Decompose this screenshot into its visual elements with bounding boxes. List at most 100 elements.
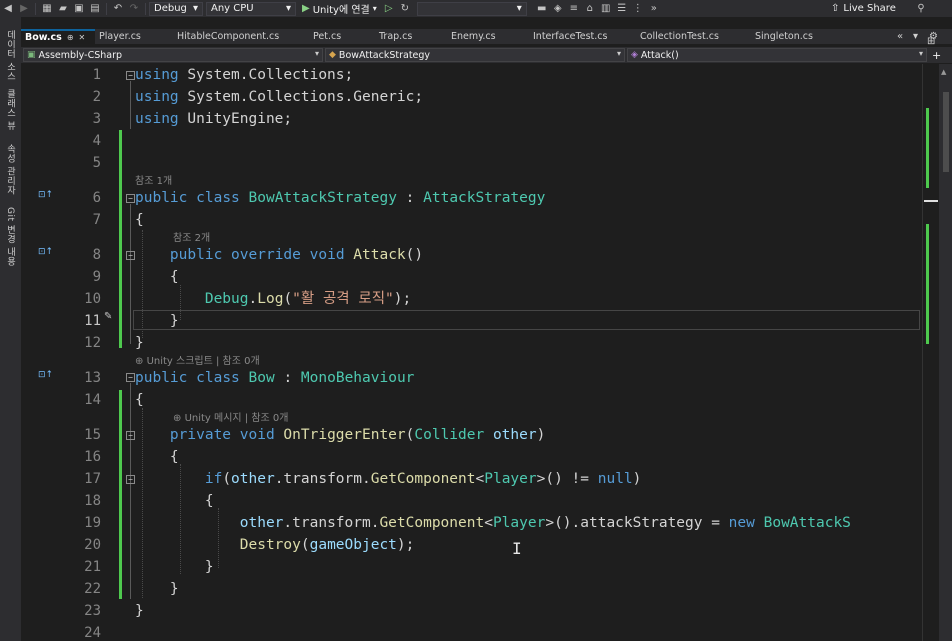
collapse-icon[interactable]: −	[126, 71, 135, 80]
code-line[interactable]: {	[135, 490, 214, 512]
code-line[interactable]: }	[135, 578, 179, 600]
code-line[interactable]: using System.Collections;	[135, 64, 353, 86]
tab-hitable-component[interactable]: HitableComponent.cs	[173, 29, 309, 44]
code-line[interactable]: using UnityEngine;	[135, 108, 292, 130]
implementation-marker-icon[interactable]: ⊡↑	[38, 247, 53, 257]
side-tab-git-changes[interactable]: Git 변경 내용	[4, 207, 17, 266]
side-tab-property-manager[interactable]: 속성 관리자	[4, 144, 17, 195]
chevron-down-icon: ▾	[372, 4, 377, 13]
feedback-icon[interactable]: ⚲	[913, 1, 929, 15]
refresh-icon[interactable]: ↻	[397, 2, 413, 16]
collapse-icon[interactable]: −	[126, 194, 135, 203]
start-without-debug-icon[interactable]: ▷	[381, 2, 397, 16]
collapse-icon[interactable]: −	[126, 475, 135, 484]
collapse-icon[interactable]: −	[126, 373, 135, 382]
add-nav-icon[interactable]: +	[929, 48, 942, 62]
solution-explorer-icon[interactable]: ▬	[534, 2, 550, 16]
code-lens-unity-script[interactable]: ⊕ Unity 스크립트 | 참조 0개	[135, 352, 260, 367]
code-lens-text: Unity 메시지 | 참조 0개	[184, 413, 289, 424]
undo-icon[interactable]: ↶	[110, 2, 126, 16]
code-line[interactable]: {	[135, 266, 179, 288]
code-line[interactable]: {	[135, 389, 144, 411]
unity-icon[interactable]: ◈	[550, 2, 566, 16]
live-share-button[interactable]: ⇧ Live Share	[831, 1, 896, 16]
tab-collection-test[interactable]: CollectionTest.cs	[636, 29, 751, 44]
tab-pet[interactable]: Pet.cs	[309, 29, 375, 44]
code-line[interactable]: }	[135, 556, 214, 578]
collapse-icon[interactable]: −	[126, 251, 135, 260]
fold-guide	[130, 204, 131, 344]
split-window-icon[interactable]: ⊞	[927, 36, 935, 47]
configuration-dropdown[interactable]: Debug ▾	[149, 1, 203, 16]
list-icon[interactable]: ☰	[614, 2, 630, 16]
tab-player[interactable]: Player.cs	[95, 29, 173, 44]
code-lens-references[interactable]: 참조 1개	[135, 172, 172, 187]
forward-icon[interactable]: ▶	[16, 2, 32, 16]
code-lens-unity-message[interactable]: ⊕ Unity 메시지 | 참조 0개	[173, 409, 289, 424]
chevron-down-icon: ▾	[516, 3, 522, 14]
code-line[interactable]: private void OnTriggerEnter(Collider oth…	[135, 424, 545, 446]
target-dropdown[interactable]: ▾	[416, 1, 527, 16]
side-tab-data-sources[interactable]: 데이터 소스	[4, 30, 17, 81]
tab-singleton[interactable]: Singleton.cs	[751, 29, 841, 44]
start-debug-button[interactable]: ▶ Unity에 연결 ▾	[302, 1, 377, 16]
open-folder-icon[interactable]: ▰	[55, 2, 71, 16]
comment-icon[interactable]: ≡	[566, 2, 582, 16]
line-number: 4	[92, 133, 101, 149]
vertical-scrollbar[interactable]: ▲	[939, 64, 952, 641]
code-line[interactable]: Destroy(gameObject);	[135, 534, 415, 556]
tab-label: Pet.cs	[313, 31, 342, 42]
back-icon[interactable]: ◀	[0, 2, 16, 16]
code-line[interactable]: Debug.Log("활 공격 로직");	[135, 288, 411, 310]
code-line[interactable]: public override void Attack()	[135, 244, 423, 266]
line-number: 1	[92, 67, 101, 83]
new-project-icon[interactable]: ▦	[39, 2, 55, 16]
code-line[interactable]: {	[135, 209, 144, 231]
code-editor[interactable]: − − − − − − ⊡↑ ⊡↑ ⊡↑ 1 2 3 4 5 6 7 8 9 1…	[21, 64, 922, 641]
code-line[interactable]: }	[135, 600, 144, 622]
code-line[interactable]: {	[135, 446, 179, 468]
overflow-icon[interactable]: »	[646, 2, 662, 16]
mouse-ibeam-cursor: I	[512, 539, 522, 558]
save-all-icon[interactable]: ▤	[87, 2, 103, 16]
tab-overflow-icon[interactable]: «	[897, 29, 903, 44]
line-number: 9	[92, 269, 101, 285]
pin-icon[interactable]: ⊕	[67, 33, 74, 42]
tab-label: HitableComponent.cs	[177, 31, 280, 42]
project-dropdown[interactable]: ▣ Assembly-CSharp ▾	[23, 48, 323, 62]
outline-icon[interactable]: ⋮	[630, 2, 646, 16]
close-icon[interactable]: ✕	[79, 33, 86, 42]
side-tab-class-view[interactable]: 클래스 뷰	[4, 89, 17, 130]
implementation-marker-icon[interactable]: ⊡↑	[38, 190, 53, 200]
current-line-highlight	[133, 310, 920, 330]
code-line[interactable]: other.transform.GetComponent<Player>().a…	[135, 512, 851, 534]
type-dropdown[interactable]: ◆ BowAttackStrategy ▾	[325, 48, 625, 62]
save-icon[interactable]: ▣	[71, 2, 87, 16]
quick-action-brush-icon[interactable]: ✎	[104, 311, 112, 322]
platform-dropdown[interactable]: Any CPU ▾	[206, 1, 296, 16]
code-lens-references[interactable]: 참조 2개	[173, 229, 210, 244]
layout-icon[interactable]: ▥	[598, 2, 614, 16]
scroll-up-icon[interactable]: ▲	[941, 68, 946, 76]
collapse-icon[interactable]: −	[126, 431, 135, 440]
tab-list-icon[interactable]: ▾	[913, 29, 918, 44]
code-line[interactable]: if(other.transform.GetComponent<Player>(…	[135, 468, 642, 490]
code-line[interactable]: }	[135, 332, 144, 354]
code-line[interactable]: }	[135, 310, 179, 332]
fold-guide	[130, 383, 131, 599]
code-line[interactable]: using System.Collections.Generic;	[135, 86, 423, 108]
code-line[interactable]: public class BowAttackStrategy : AttackS…	[135, 187, 545, 209]
scrollbar-thumb[interactable]	[943, 92, 949, 172]
tab-bow[interactable]: Bow.cs ⊕ ✕	[21, 29, 95, 44]
member-dropdown[interactable]: ◈ Attack() ▾	[627, 48, 927, 62]
tab-trap[interactable]: Trap.cs	[375, 29, 447, 44]
tab-enemy[interactable]: Enemy.cs	[447, 29, 529, 44]
line-number: 23	[84, 603, 101, 619]
tab-label: Bow.cs	[25, 32, 62, 43]
bookmark-icon[interactable]: ⌂	[582, 2, 598, 16]
tab-interface-test[interactable]: InterfaceTest.cs	[529, 29, 636, 44]
code-line[interactable]: public class Bow : MonoBehaviour	[135, 367, 414, 389]
redo-icon[interactable]: ↷	[126, 2, 142, 16]
implementation-marker-icon[interactable]: ⊡↑	[38, 370, 53, 380]
overview-margin[interactable]	[922, 64, 939, 641]
